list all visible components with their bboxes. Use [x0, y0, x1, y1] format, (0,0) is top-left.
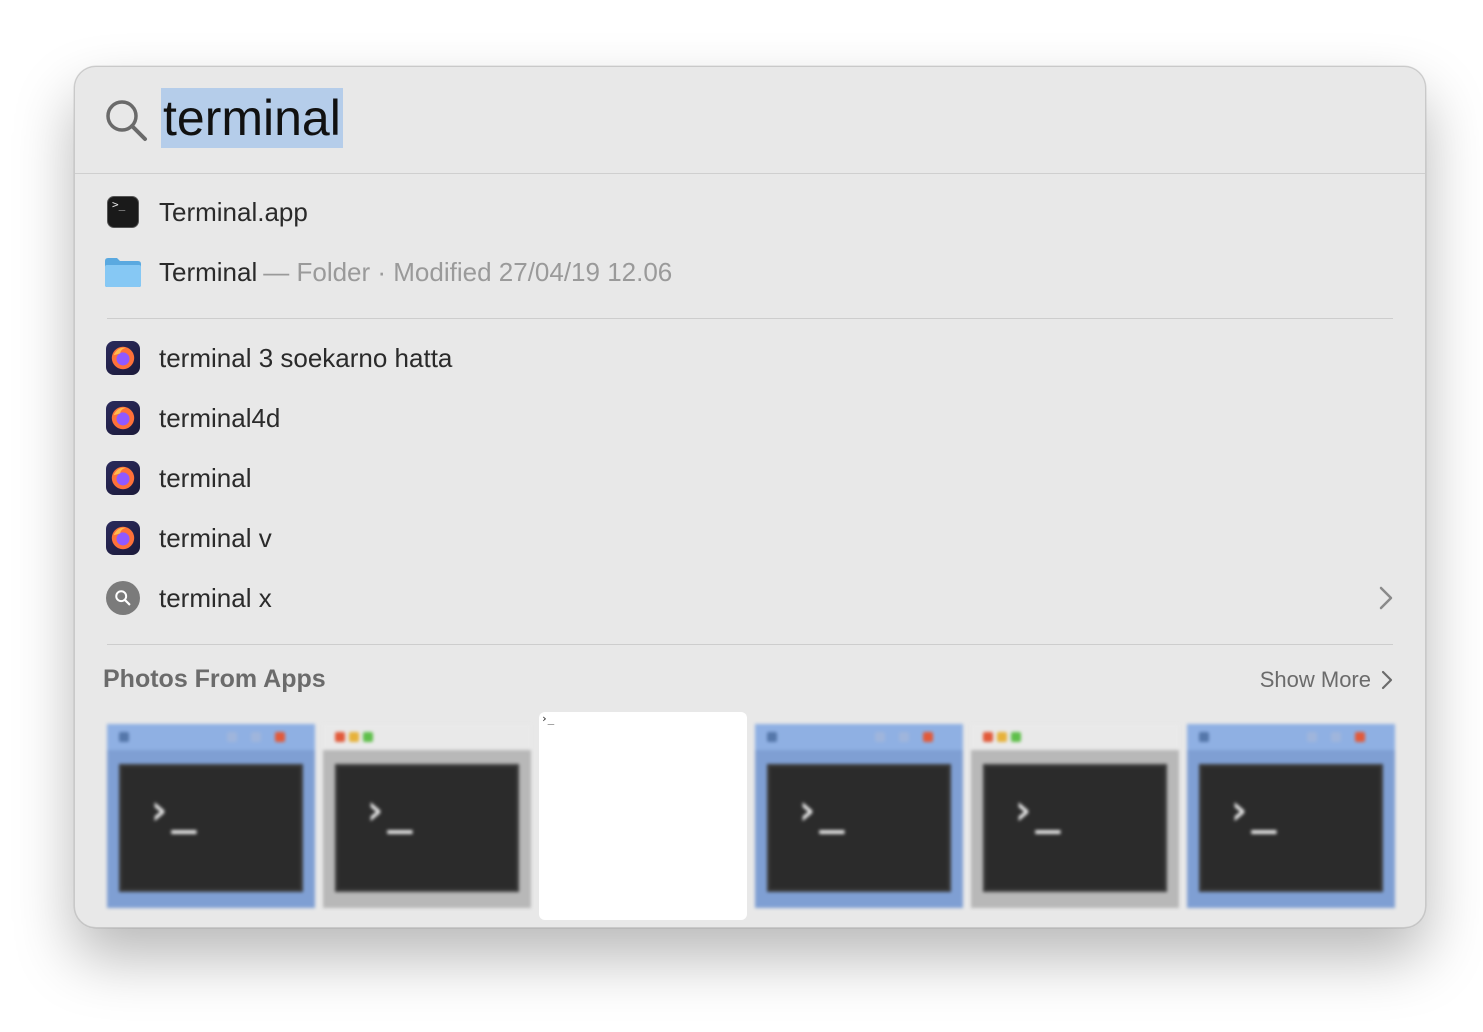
photo-thumbnail[interactable]: ›_ [107, 724, 315, 908]
photo-thumbnail[interactable]: ›_ [1187, 724, 1395, 908]
result-label: Terminal [159, 256, 258, 287]
search-bar: terminal [75, 67, 1425, 174]
result-label: terminal v [159, 522, 272, 553]
chevron-right-icon [1381, 670, 1393, 690]
firefox-icon [106, 521, 140, 555]
result-label: terminal x [159, 582, 272, 613]
folder-icon [105, 258, 141, 287]
firefox-icon [106, 461, 140, 495]
divider [107, 644, 1393, 645]
result-terminal-app[interactable]: >_ Terminal.app [103, 184, 1395, 240]
result-suggestion[interactable]: terminal [103, 450, 1395, 506]
result-search-suggestion[interactable]: terminal x [103, 570, 1395, 626]
photo-thumbnails: ›_ ›_ ›_ ›_ ›_ ›_ [107, 712, 1395, 924]
photo-thumbnail[interactable]: ›_ [971, 724, 1179, 908]
divider [107, 318, 1393, 319]
photo-thumbnail[interactable]: ›_ [323, 724, 531, 908]
result-label: terminal4d [159, 402, 281, 433]
result-suggestion[interactable]: terminal v [103, 510, 1395, 566]
result-label: terminal 3 soekarno hatta [159, 342, 453, 373]
result-label: Terminal.app [159, 196, 308, 227]
terminal-app-icon: >_ [107, 196, 139, 228]
section-title: Photos From Apps [103, 665, 326, 693]
firefox-icon [106, 401, 140, 435]
chevron-right-icon[interactable] [1377, 584, 1395, 612]
photo-thumbnail[interactable]: ›_ [539, 712, 747, 920]
result-meta: — Folder · Modified 27/04/19 12.06 [263, 256, 673, 287]
search-suggestion-icon [106, 581, 140, 615]
search-icon [106, 100, 147, 141]
photo-thumbnail[interactable]: ›_ [755, 724, 963, 908]
result-label: terminal [159, 462, 252, 493]
show-more-button[interactable]: Show More [1260, 667, 1393, 693]
show-more-label: Show More [1259, 667, 1371, 692]
spotlight-panel: terminal >_ Terminal.app Terminal — Fold… [74, 66, 1426, 928]
firefox-icon [106, 341, 140, 375]
result-terminal-folder[interactable]: Terminal — Folder · Modified 27/04/19 12… [103, 244, 1395, 300]
result-suggestion[interactable]: terminal4d [103, 390, 1395, 446]
result-suggestion[interactable]: terminal 3 soekarno hatta [103, 330, 1395, 386]
search-input[interactable]: terminal [161, 88, 343, 148]
